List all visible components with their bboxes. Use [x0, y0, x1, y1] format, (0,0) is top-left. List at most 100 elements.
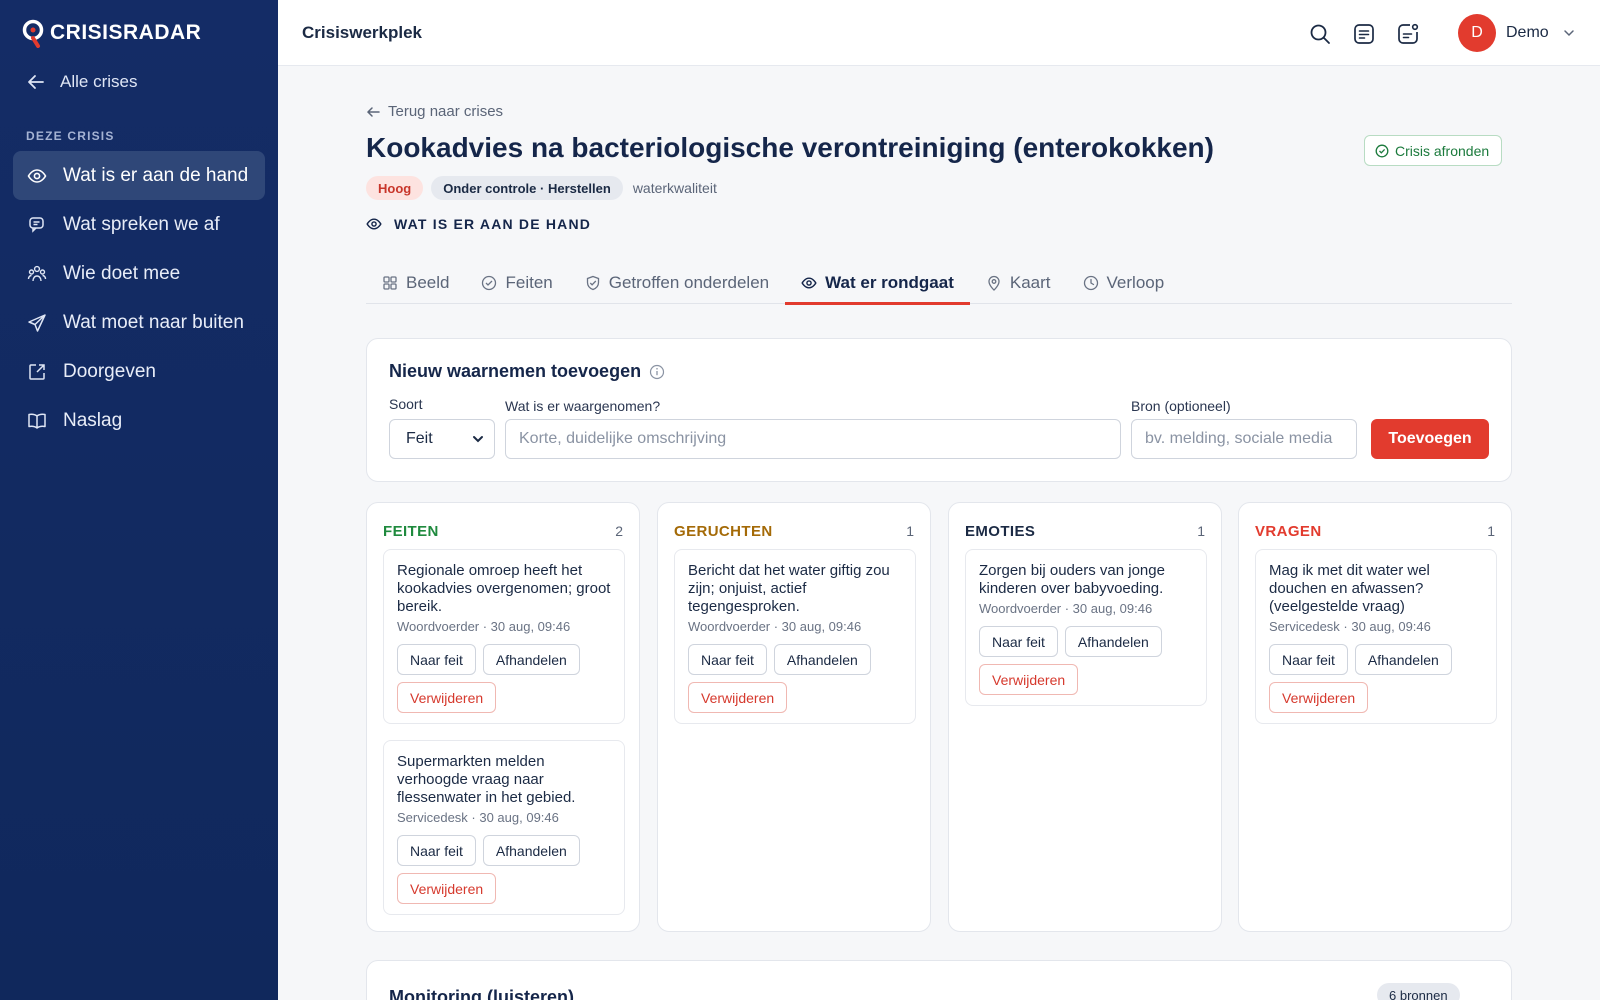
add-observation-title: Nieuw waarnemen toevoegen — [389, 361, 665, 382]
sources-badge: 6 bronnen — [1377, 983, 1460, 1000]
user-name[interactable]: Demo — [1506, 24, 1549, 42]
observation-card: Regionale omroep heeft het kookadvies ov… — [383, 549, 625, 724]
back-all-crises-link[interactable]: Alle crises — [26, 72, 137, 92]
sidebar-item-label: Wat is er aan de hand — [63, 164, 249, 186]
sidebar-item-label: Wat moet naar buiten — [63, 311, 244, 333]
handle-button[interactable]: Afhandelen — [1354, 644, 1452, 675]
type-select[interactable]: Feit — [389, 419, 495, 459]
crisis-badges: Hoog Onder controle · Herstellen waterkw… — [366, 176, 717, 200]
column-count: 1 — [1487, 523, 1495, 539]
delete-button[interactable]: Verwijderen — [397, 682, 497, 713]
column-vragen: VRAGEN 1 Mag ik met dit water wel douche… — [1238, 502, 1512, 932]
delete-button[interactable]: Verwijderen — [979, 664, 1079, 695]
column-title: VRAGEN — [1255, 523, 1322, 540]
to-fact-button[interactable]: Naar feit — [397, 644, 476, 675]
add-observation-title-text: Nieuw waarnemen toevoegen — [389, 361, 642, 381]
sidebar-item-wie-doet-mee[interactable]: Wie doet mee — [13, 249, 265, 298]
type-select-value: Feit — [406, 430, 433, 447]
sidebar-nav: Wat is er aan de hand Wat spreken we af … — [13, 151, 265, 445]
tab-feiten[interactable]: Feiten — [465, 262, 568, 304]
eye-icon — [801, 277, 817, 289]
clock-icon — [1083, 275, 1098, 291]
handle-button[interactable]: Afhandelen — [482, 644, 580, 675]
to-fact-button[interactable]: Naar feit — [397, 835, 476, 866]
tab-label: Verloop — [1106, 273, 1165, 292]
sidebar-section-label: DEZE CRISIS — [26, 129, 115, 143]
app-name: CRISISRADAR — [50, 21, 202, 44]
tab-wat-er-rondgaat[interactable]: Wat er rondgaat — [785, 262, 970, 305]
to-fact-button[interactable]: Naar feit — [1269, 644, 1348, 675]
handle-button[interactable]: Afhandelen — [773, 644, 871, 675]
column-header: FEITEN 2 — [383, 523, 623, 540]
info-icon[interactable] — [649, 364, 665, 380]
monitoring-panel: Monitoring (luisteren) 6 bronnen — [366, 960, 1512, 1000]
sidebar-item-wat-moet-naar-buiten[interactable]: Wat moet naar buiten — [13, 298, 265, 347]
finish-crisis-label: Crisis afronden — [1395, 142, 1490, 159]
column-count: 1 — [906, 523, 914, 539]
column-title: FEITEN — [383, 523, 439, 540]
chevron-down-icon[interactable] — [1562, 26, 1576, 40]
book-icon — [28, 413, 46, 429]
tab-label: Kaart — [1009, 273, 1051, 292]
column-header: EMOTIES 1 — [965, 523, 1205, 540]
arrow-left-icon — [28, 75, 44, 89]
delete-button[interactable]: Verwijderen — [1269, 682, 1369, 713]
search-icon[interactable] — [1308, 22, 1332, 46]
section-heading-label: WAT IS ER AAN DE HAND — [394, 216, 592, 232]
tab-bar: Beeld Feiten Getroffen onderdelen Wat er… — [366, 262, 1512, 305]
back-all-crises-label: Alle crises — [60, 72, 138, 91]
handle-button[interactable]: Afhandelen — [482, 835, 580, 866]
finish-crisis-button[interactable]: Crisis afronden — [1364, 135, 1503, 166]
sidebar-item-naslag[interactable]: Naslag — [13, 396, 265, 445]
notification-icon[interactable] — [1396, 22, 1420, 46]
observation-text: Mag ik met dit water wel douchen en afwa… — [1269, 562, 1430, 615]
delete-button[interactable]: Verwijderen — [688, 682, 788, 713]
back-to-crises-label: Terug naar crises — [388, 103, 504, 120]
category-tag: waterkwaliteit — [632, 180, 717, 196]
delete-button[interactable]: Verwijderen — [397, 873, 497, 904]
notes-icon[interactable] — [1352, 22, 1376, 46]
tab-beeld[interactable]: Beeld — [366, 262, 465, 304]
card-actions: Naar feit Afhandelen Verwijderen — [688, 644, 902, 713]
sidebar-item-wat-is-er-aan-de-hand[interactable]: Wat is er aan de hand — [13, 151, 265, 200]
sidebar-item-label: Doorgeven — [63, 360, 156, 382]
observation-card: Supermarkten melden verhoogde vraag naar… — [383, 740, 625, 915]
column-count: 2 — [615, 523, 623, 539]
page-title: Kookadvies na bacteriologische verontrei… — [366, 132, 1214, 163]
eye-icon — [366, 218, 382, 230]
what-input-placeholder: Korte, duidelijke omschrijving — [519, 430, 727, 447]
tab-kaart[interactable]: Kaart — [970, 262, 1067, 304]
to-fact-button[interactable]: Naar feit — [688, 644, 767, 675]
eye-icon — [27, 168, 47, 183]
observation-meta: Woordvoerder · 30 aug, 09:46 — [979, 601, 1153, 616]
sidebar-item-doorgeven[interactable]: Doorgeven — [13, 347, 265, 396]
arrow-left-icon — [366, 106, 380, 117]
app-logo[interactable]: CRISISRADAR — [22, 18, 201, 48]
observation-text: Regionale omroep heeft het kookadvies ov… — [397, 562, 611, 615]
section-heading: WAT IS ER AAN DE HAND — [366, 216, 591, 232]
back-to-crises-link[interactable]: Terug naar crises — [366, 103, 503, 120]
user-avatar[interactable]: D — [1458, 14, 1496, 52]
column-header: VRAGEN 1 — [1255, 523, 1495, 540]
observation-card: Zorgen bij ouders van jonge kinderen ove… — [965, 549, 1207, 706]
column-geruchten: GERUCHTEN 1 Bericht dat het water giftig… — [657, 502, 931, 932]
column-title: GERUCHTEN — [674, 523, 773, 540]
sidebar-item-label: Wat spreken we af — [63, 213, 220, 235]
observation-text: Bericht dat het water giftig zou zijn; o… — [688, 562, 890, 615]
card-actions: Naar feit Afhandelen Verwijderen — [397, 644, 611, 713]
send-icon — [28, 313, 46, 332]
what-input[interactable]: Korte, duidelijke omschrijving — [505, 419, 1121, 459]
observation-meta: Woordvoerder · 30 aug, 09:46 — [688, 619, 862, 634]
card-actions: Naar feit Afhandelen Verwijderen — [397, 835, 611, 904]
workspace-title: Crisiswerkplek — [302, 23, 423, 42]
check-circle-icon — [482, 275, 497, 291]
sidebar-item-wat-spreken-we-af[interactable]: Wat spreken we af — [13, 200, 265, 249]
to-fact-button[interactable]: Naar feit — [979, 626, 1058, 657]
tab-getroffen-onderdelen[interactable]: Getroffen onderdelen — [569, 262, 785, 304]
handle-button[interactable]: Afhandelen — [1064, 626, 1162, 657]
tab-verloop[interactable]: Verloop — [1067, 262, 1181, 304]
source-input[interactable]: bv. melding, sociale media — [1131, 419, 1357, 459]
add-button[interactable]: Toevoegen — [1371, 419, 1489, 459]
column-feiten: FEITEN 2 Regionale omroep heeft het kook… — [366, 502, 640, 932]
map-pin-icon — [988, 275, 1000, 291]
